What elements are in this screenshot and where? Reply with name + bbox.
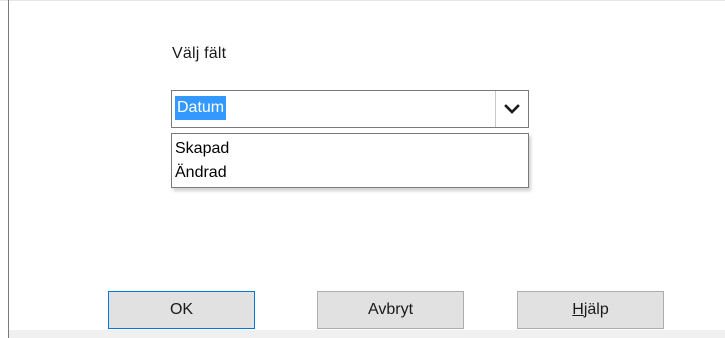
dialog-left-edge (8, 0, 9, 338)
help-button-mnemonic: H (572, 301, 584, 318)
select-field-dialog: Välj fält Datum Skapad Ändrad OK Avbryt … (0, 0, 725, 338)
combobox-dropdown-button[interactable] (495, 91, 528, 127)
ok-button[interactable]: OK (108, 291, 255, 329)
field-combobox[interactable]: Datum (171, 90, 529, 128)
help-button[interactable]: Hjälp (517, 291, 664, 329)
cancel-button[interactable]: Avbryt (317, 291, 464, 329)
field-label: Välj fält (172, 45, 227, 62)
dropdown-option-skapad[interactable]: Skapad (172, 137, 528, 161)
combobox-dropdown-list: Skapad Ändrad (171, 133, 529, 188)
help-button-label-rest: jälp (583, 301, 609, 318)
dropdown-option-andrad[interactable]: Ändrad (172, 161, 528, 185)
chevron-down-icon (504, 104, 520, 114)
combobox-selected-value[interactable]: Datum (175, 96, 227, 120)
dialog-top-edge (0, 0, 725, 1)
dialog-bottom-edge (9, 330, 725, 338)
